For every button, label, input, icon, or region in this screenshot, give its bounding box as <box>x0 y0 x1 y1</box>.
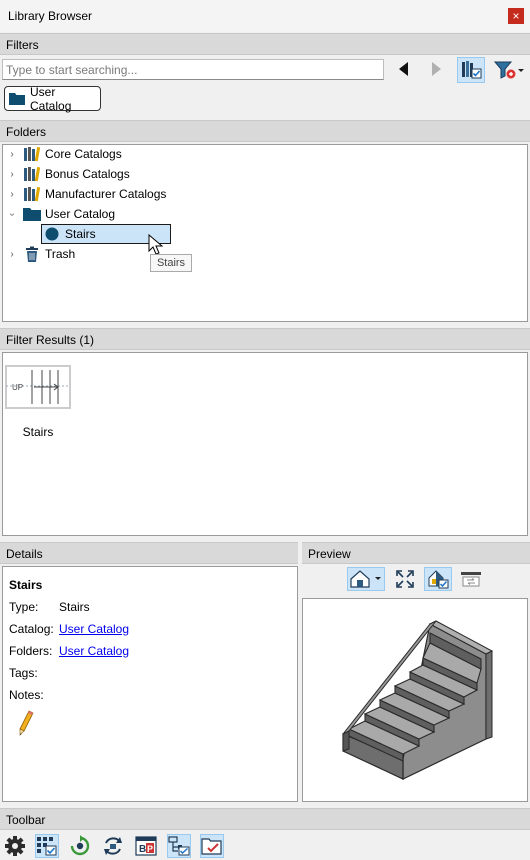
fit-view-icon[interactable] <box>394 568 416 590</box>
details-catalog-label: Catalog: <box>9 622 54 636</box>
chevron-right-icon[interactable]: › <box>5 169 19 180</box>
folder-icon <box>23 206 41 222</box>
back-arrow-icon[interactable] <box>396 60 412 78</box>
toolbar-header: Toolbar <box>0 808 530 830</box>
grid-select-icon[interactable] <box>35 834 59 858</box>
details-folders-row: Folders: User Catalog <box>9 644 129 658</box>
chevron-right-icon[interactable]: › <box>5 249 19 260</box>
window-title: Library Browser <box>8 9 93 23</box>
folder-icon <box>9 93 25 105</box>
stairs-3d-preview <box>342 620 494 780</box>
chevron-down-icon[interactable]: › <box>7 207 18 221</box>
tree-item-manufacturer-catalogs[interactable]: › Manufacturer Catalogs <box>5 184 166 204</box>
tree-item-user-catalog[interactable]: › User Catalog <box>5 204 115 224</box>
circle-icon <box>43 226 61 242</box>
svg-text:P: P <box>147 844 153 854</box>
preview-header: Preview <box>302 542 530 564</box>
folders-header: Folders <box>0 120 530 142</box>
result-thumbnail-stairs[interactable]: UP <box>5 365 71 409</box>
filter-chip-user-catalog[interactable]: User Catalog <box>4 84 101 113</box>
refresh-icon[interactable] <box>68 834 92 858</box>
filter-catalog-icon[interactable] <box>457 57 485 83</box>
filter-results-panel <box>2 352 528 536</box>
tree-item-label: Manufacturer Catalogs <box>45 187 167 201</box>
tree-item-label: Trash <box>45 247 76 261</box>
gear-icon[interactable] <box>3 834 27 858</box>
tree-item-label: Core Catalogs <box>45 147 122 161</box>
details-tags-label: Tags: <box>9 666 38 680</box>
catalog-books-icon <box>23 186 41 202</box>
catalog-books-icon <box>23 146 41 162</box>
tree-item-core-catalogs[interactable]: › Core Catalogs <box>5 144 122 164</box>
details-catalog-row: Catalog: User Catalog <box>9 622 129 636</box>
preview-panel <box>302 598 528 802</box>
pencil-icon[interactable] <box>17 710 35 739</box>
sync-icon[interactable] <box>101 834 125 858</box>
trash-icon <box>23 246 41 262</box>
filter-chip-label: User Catalog <box>30 84 72 113</box>
svg-text:UP: UP <box>12 383 23 392</box>
forward-arrow-icon[interactable] <box>428 60 444 78</box>
chevron-right-icon[interactable]: › <box>5 189 19 200</box>
chevron-right-icon[interactable]: › <box>5 149 19 160</box>
catalog-books-icon <box>23 166 41 182</box>
tree-item-label: User Catalog <box>45 207 116 221</box>
result-label[interactable]: Stairs <box>5 425 71 439</box>
details-name: Stairs <box>9 578 43 592</box>
details-catalog-link[interactable]: User Catalog <box>59 622 129 636</box>
bp-icon[interactable]: B P <box>134 834 158 858</box>
title-bar: Library Browser × <box>0 0 530 32</box>
details-type-label: Type: <box>9 600 39 614</box>
details-notes-label: Notes: <box>9 688 44 702</box>
tree-item-trash[interactable]: › Trash <box>5 244 75 264</box>
tree-item-bonus-catalogs[interactable]: › Bonus Catalogs <box>5 164 130 184</box>
tree-item-label: Stairs <box>65 227 96 241</box>
details-folders-label: Folders: <box>9 644 53 658</box>
details-type-row: Type: Stairs <box>9 600 90 614</box>
search-input[interactable] <box>2 59 384 80</box>
details-header: Details <box>0 542 298 564</box>
filters-header: Filters <box>0 33 530 55</box>
folder-check-icon[interactable] <box>200 834 224 858</box>
details-folders-link[interactable]: User Catalog <box>59 644 129 658</box>
details-type-value: Stairs <box>59 600 90 614</box>
tree-item-label: Bonus Catalogs <box>45 167 130 181</box>
toggle-view-icon[interactable] <box>459 568 483 590</box>
tooltip: Stairs <box>150 254 192 272</box>
view-mode-icon[interactable] <box>347 567 385 591</box>
filter-results-header: Filter Results (1) <box>0 328 530 350</box>
tree-item-stairs[interactable]: Stairs <box>25 224 96 244</box>
close-button[interactable]: × <box>508 8 524 24</box>
material-view-icon[interactable] <box>424 567 452 591</box>
tree-filter-icon[interactable] <box>167 834 191 858</box>
add-filter-icon[interactable] <box>492 59 526 81</box>
svg-text:B: B <box>139 844 146 855</box>
